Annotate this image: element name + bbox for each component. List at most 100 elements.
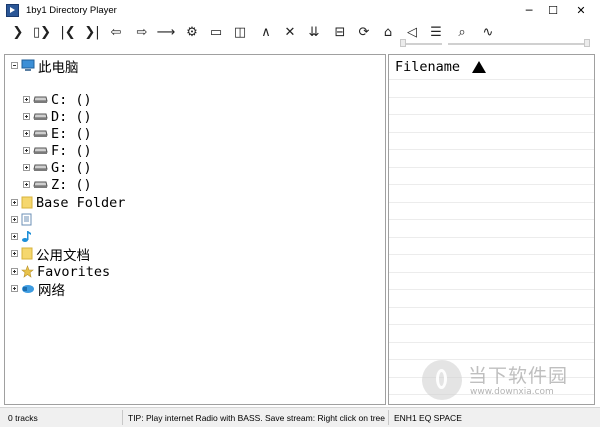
folder-icon: [21, 247, 33, 260]
drive-icon: [33, 112, 48, 121]
tree-item-label: 网络: [38, 282, 65, 299]
tree-item-label: C: (): [51, 91, 92, 108]
sort-ascending-icon[interactable]: [472, 60, 487, 73]
tree-item-label: G: (): [51, 159, 92, 176]
previous-track-icon[interactable]: |❮: [58, 22, 78, 42]
list-row-line: [389, 79, 594, 80]
tree-item-label: 公用文档: [36, 247, 90, 264]
up-icon[interactable]: ∧: [256, 22, 276, 42]
tree-item[interactable]: Base Folder: [11, 194, 125, 211]
filename-header-label: Filename: [395, 58, 461, 75]
tree-item[interactable]: C: (): [23, 91, 92, 108]
list-row-line: [389, 359, 594, 360]
drive-icon: [33, 163, 48, 172]
status-separator: [388, 410, 389, 425]
list-row-line: [389, 131, 594, 133]
expand-icon[interactable]: [23, 113, 30, 120]
repeat-icon[interactable]: ⟳: [354, 22, 374, 42]
next-track-icon[interactable]: ❯|: [82, 22, 102, 42]
home-icon[interactable]: ⌂: [378, 22, 398, 42]
list-row-line: [389, 219, 594, 220]
toolbar: ❯ ▯❯ |❮ ❯| ⇦ ⇨ ⟶ ⚙ ▭ ◫ ∧ ✕ ⇊ ⊟ ⟳ ⌂ ◁ ☰ ⌕ ∿: [0, 20, 600, 47]
split-view-icon[interactable]: ⊟: [330, 22, 350, 42]
computer-icon: [21, 59, 35, 72]
waveform-icon[interactable]: ∿: [478, 22, 498, 42]
playlist-icon[interactable]: ☰: [426, 22, 446, 42]
status-separator: [122, 410, 123, 425]
list-row-line: [389, 201, 594, 203]
star-icon: [21, 265, 34, 278]
volume-slider-track[interactable]: [406, 43, 442, 45]
jump-arrow-icon[interactable]: ⟶: [156, 22, 176, 42]
collapse-icon[interactable]: [11, 62, 18, 69]
next-folder-icon[interactable]: ⇨: [132, 22, 152, 42]
position-slider-track[interactable]: [448, 43, 588, 45]
tree-item[interactable]: D: (): [23, 108, 92, 125]
maximize-button[interactable]: ☐: [538, 0, 568, 20]
status-tip: TIP: Play internet Radio with BASS. Save…: [128, 412, 385, 423]
drive-icon: [33, 180, 48, 189]
tree-item-label: F: (): [51, 142, 92, 159]
sort-down-icon[interactable]: ⇊: [304, 22, 324, 42]
play-icon[interactable]: ❯: [8, 22, 28, 42]
expand-icon[interactable]: [11, 268, 18, 275]
list-row-line: [389, 324, 594, 325]
tree-item[interactable]: F: (): [23, 142, 92, 159]
expand-icon[interactable]: [23, 96, 30, 103]
position-slider-thumb[interactable]: [584, 39, 590, 47]
expand-icon[interactable]: [11, 285, 18, 292]
status-bar: 0 tracks TIP: Play internet Radio with B…: [0, 407, 600, 427]
tree-item[interactable]: [11, 211, 35, 228]
status-modes[interactable]: ENH1 EQ SPACE: [394, 408, 462, 427]
play-pause-icon[interactable]: ▯❯: [32, 22, 52, 42]
drive-icon: [33, 95, 48, 104]
drive-icon: [33, 129, 48, 138]
tree-item[interactable]: Z: (): [23, 176, 92, 193]
tree-item[interactable]: 网络: [11, 280, 65, 299]
tree-item-label: Z: (): [51, 176, 92, 193]
expand-icon[interactable]: [11, 216, 18, 223]
expand-icon[interactable]: [23, 181, 30, 188]
expand-icon[interactable]: [23, 130, 30, 137]
tree-item[interactable]: 公用文档: [11, 245, 90, 264]
close-button[interactable]: ✕: [566, 0, 596, 20]
list-row-line: [389, 289, 594, 290]
tree-item[interactable]: G: (): [23, 159, 92, 176]
app-icon[interactable]: [6, 3, 19, 17]
previous-folder-icon[interactable]: ⇦: [106, 22, 126, 42]
tree-item[interactable]: [11, 228, 35, 245]
tree-item[interactable]: E: (): [23, 125, 92, 142]
list-row-line: [389, 271, 594, 273]
track-count: 0 tracks: [8, 412, 38, 423]
tree-item[interactable]: Favorites: [11, 263, 110, 280]
network-icon: [21, 282, 35, 295]
list-row-line: [389, 306, 594, 308]
tree-item-label: 此电脑: [38, 59, 79, 76]
window-title: 1by1 Directory Player: [26, 4, 117, 16]
settings-gear-icon[interactable]: ⚙: [182, 22, 202, 42]
search-icon[interactable]: ⌕: [452, 22, 472, 42]
tree-item-label: Favorites: [37, 263, 111, 280]
expand-icon[interactable]: [11, 250, 18, 257]
expand-icon[interactable]: [11, 199, 18, 206]
list-row-line: [389, 184, 594, 185]
panel-layout-icon[interactable]: ◫: [230, 22, 250, 42]
list-row-line: [389, 236, 594, 238]
folder-tree[interactable]: 此电脑 C: () D: () E: () F: () G: () Z: () Base Fo…: [4, 54, 386, 405]
list-row-line: [389, 394, 594, 395]
filename-column-header[interactable]: Filename: [389, 55, 594, 78]
tree-item-label: E: (): [51, 125, 92, 142]
tree-item-label: D: (): [51, 108, 92, 125]
expand-icon[interactable]: [23, 164, 30, 171]
file-list[interactable]: Filename: [388, 54, 595, 405]
tree-item-label: Base Folder: [36, 194, 126, 211]
drive-icon: [33, 146, 48, 155]
volume-icon[interactable]: ◁: [402, 22, 422, 42]
window-icon[interactable]: ▭: [206, 22, 226, 42]
list-row-line: [389, 254, 594, 255]
expand-icon[interactable]: [11, 233, 18, 240]
expand-icon[interactable]: [23, 147, 30, 154]
cancel-icon[interactable]: ✕: [280, 22, 300, 42]
tree-item[interactable]: 此电脑: [11, 57, 79, 76]
title-bar[interactable]: 1by1 Directory Player ─ ☐ ✕: [0, 0, 600, 20]
